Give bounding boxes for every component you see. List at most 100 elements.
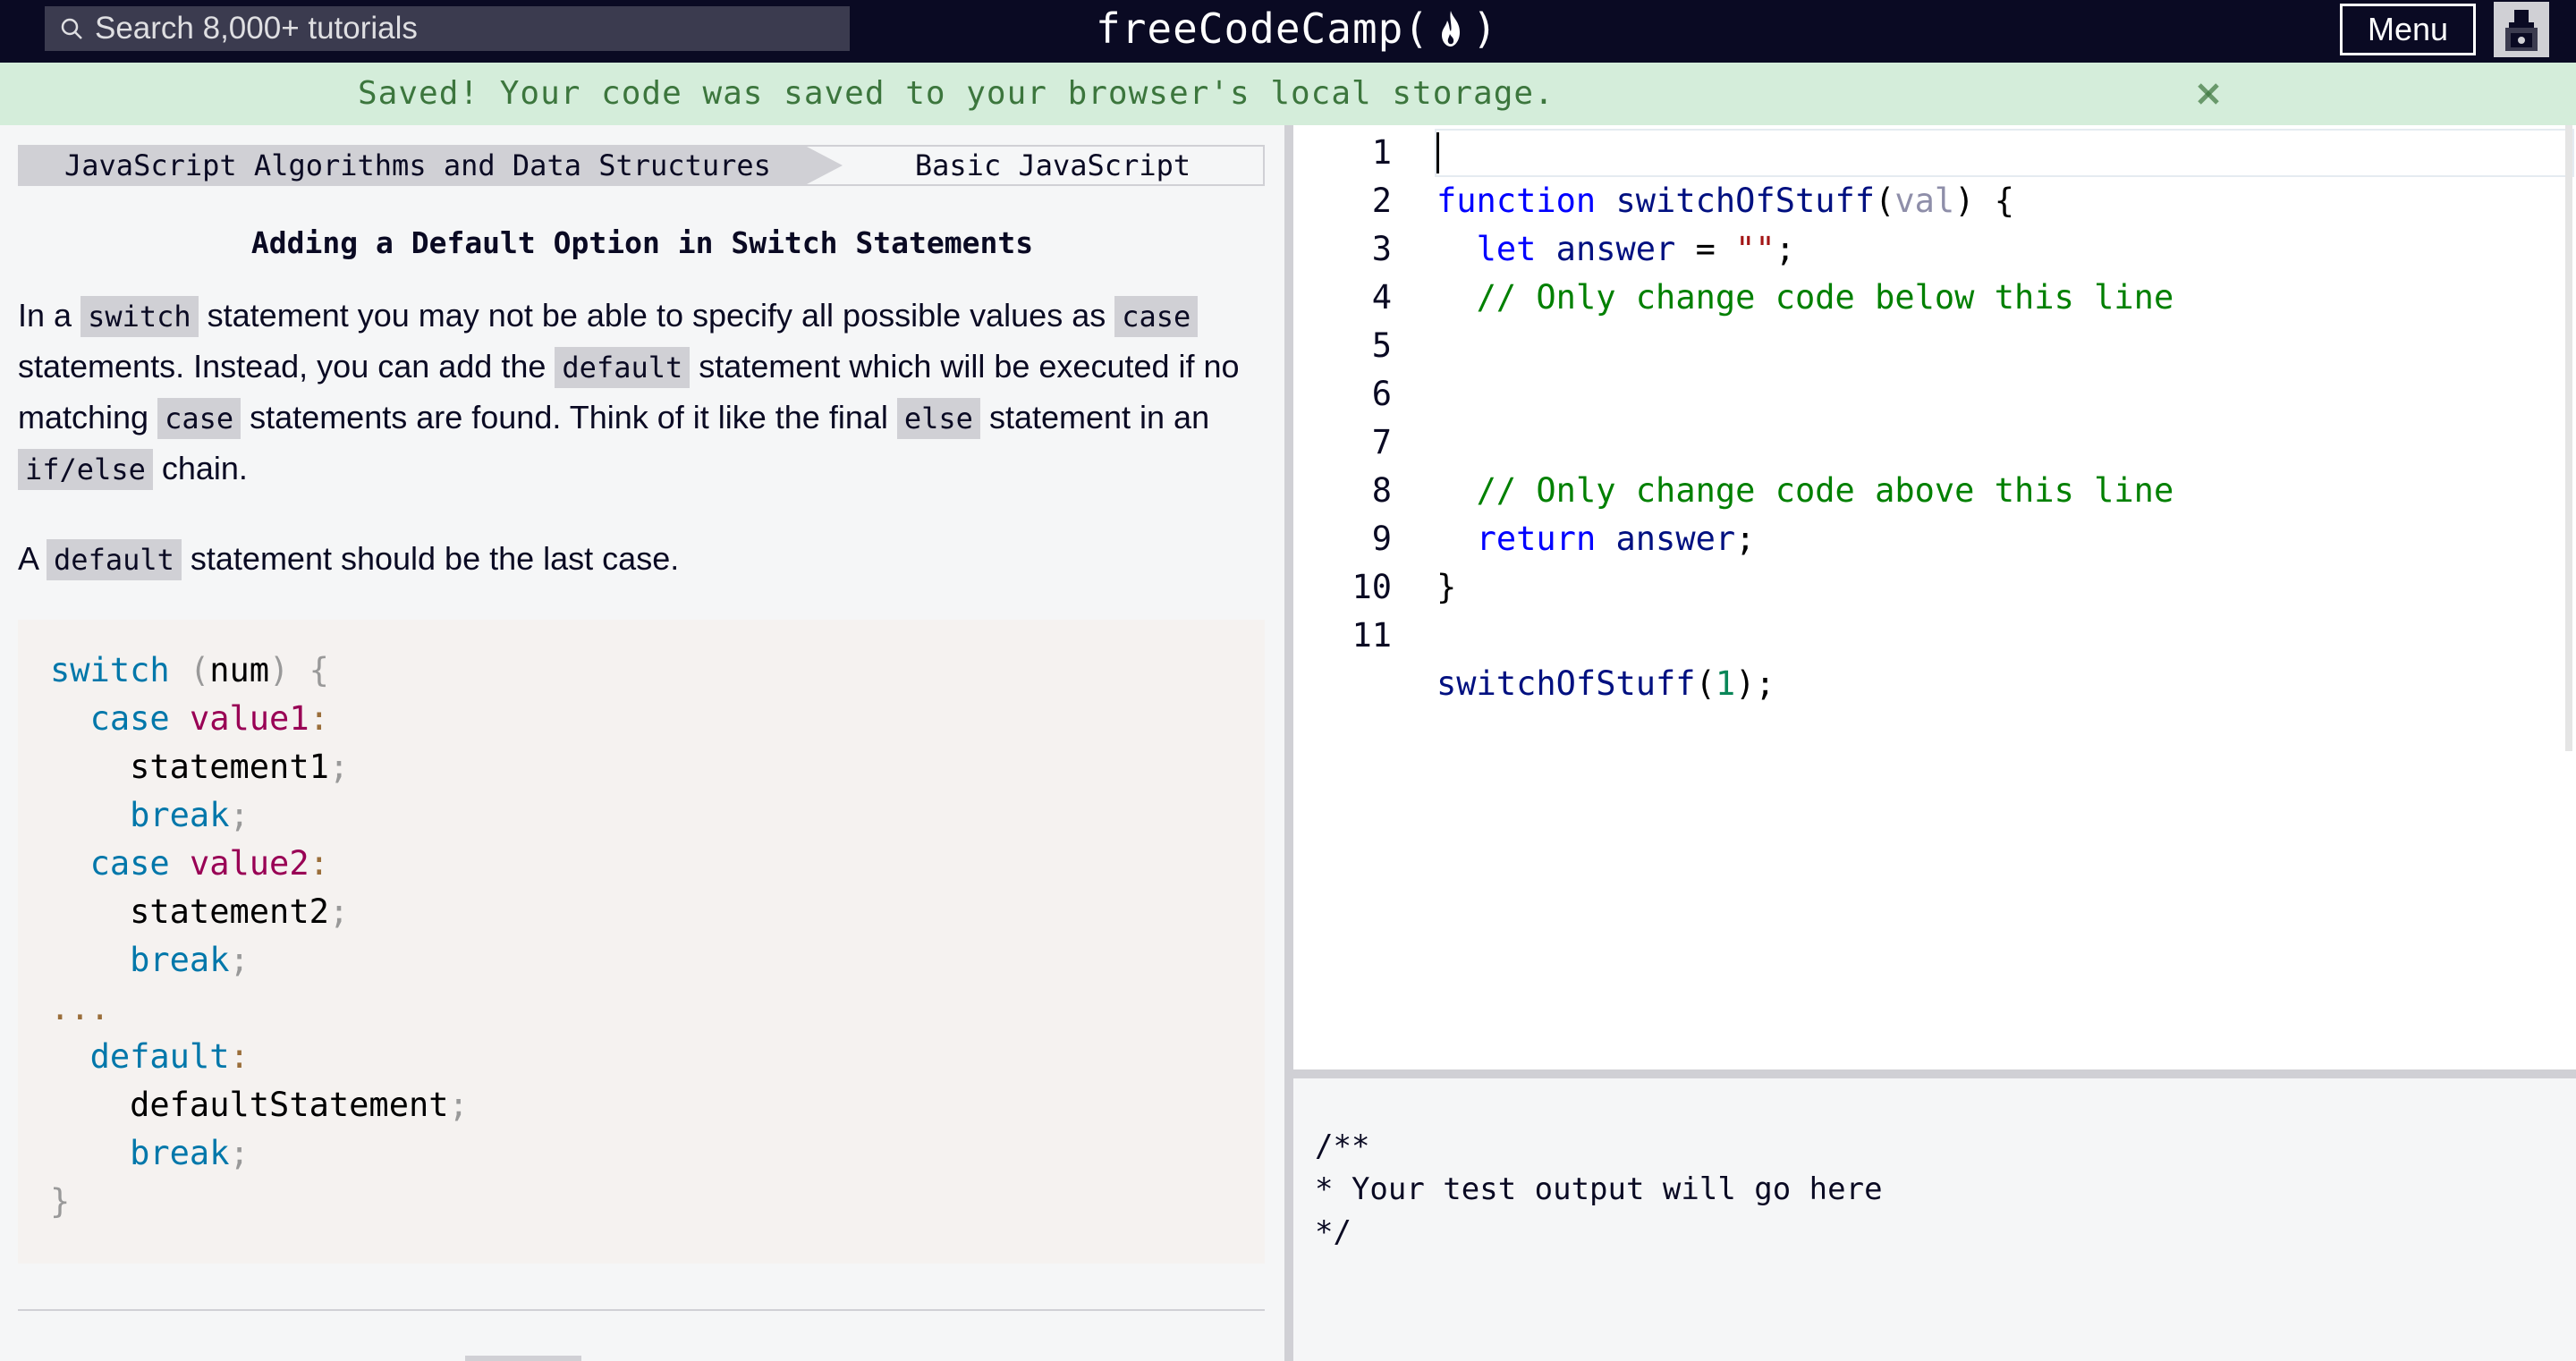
flash-text: Saved! Your code was saved to your brows…	[358, 75, 1555, 112]
code-line[interactable]: let answer = "";	[1436, 225, 2174, 274]
fcc-logo[interactable]: freeCodeCamp( )	[1096, 2, 1498, 55]
flame-icon	[1431, 7, 1470, 50]
code-line[interactable]	[1436, 612, 2174, 660]
inline-code: case	[157, 398, 242, 439]
identifier: value1	[189, 699, 309, 738]
search-icon	[59, 16, 84, 41]
breadcrumb-block[interactable]: Basic JavaScript	[843, 147, 1263, 184]
editor-scrollbar[interactable]	[2565, 125, 2572, 751]
text: statements are found. Think of it like t…	[241, 399, 897, 435]
search-input[interactable]	[93, 10, 830, 47]
code-line[interactable]: // Only change code below this line	[1436, 274, 2174, 322]
breadcrumb-superblock[interactable]: JavaScript Algorithms and Data Structure…	[20, 147, 843, 184]
challenge-title: Adding a Default Option in Switch Statem…	[250, 225, 1034, 260]
identifier: value2	[189, 844, 309, 883]
text-cursor	[1436, 132, 1439, 173]
challenge-description: In a switch statement you may not be abl…	[18, 291, 1270, 585]
code-line: break;	[130, 941, 250, 979]
code-line[interactable]	[1436, 418, 2174, 467]
line-number: 2	[1371, 182, 1392, 220]
line-number: 8	[1371, 471, 1392, 510]
code-editor[interactable]: 1 2 3 4 5 6 7 8 9 10 11 function switchO…	[1293, 125, 2576, 1069]
identifier: statement1	[130, 748, 329, 786]
divider-tab	[465, 1356, 581, 1361]
code-line[interactable]: function switchOfStuff(val) {	[1436, 177, 2174, 225]
divider	[18, 1309, 1265, 1311]
line-number-gutter: 1 2 3 4 5 6 7 8 9 10 11	[1293, 129, 1392, 660]
keyword: break	[130, 941, 230, 979]
avatar-icon[interactable]	[2494, 2, 2549, 57]
identifier: num	[209, 651, 270, 689]
code-line: default:	[89, 1037, 250, 1076]
keyword: case	[89, 699, 170, 738]
line-number: 5	[1371, 326, 1392, 365]
code-line[interactable]	[1436, 370, 2174, 418]
code-line[interactable]: switchOfStuff(1);	[1436, 660, 2174, 708]
line-number: 7	[1371, 423, 1392, 461]
code-line: statement2;	[130, 892, 350, 931]
example-code-block: switch (num) { case value1: statement1; …	[18, 620, 1265, 1264]
keyword: return	[1476, 520, 1597, 558]
code-line: break;	[130, 1134, 250, 1172]
instructions-pane: JavaScript Algorithms and Data Structure…	[0, 125, 1284, 1361]
editor-code[interactable]: function switchOfStuff(val) { let answer…	[1436, 129, 2174, 805]
comment: // Only change code above this line	[1476, 471, 2174, 510]
code-line: break;	[130, 796, 250, 834]
function-call: switchOfStuff	[1436, 664, 1696, 703]
string-literal: ""	[1735, 230, 1775, 268]
text: statement you may not be able to specify…	[198, 297, 1115, 334]
ellipsis: ...	[50, 989, 110, 1027]
variable: answer	[1615, 520, 1736, 558]
test-output: /** * Your test output will go here */	[1293, 1078, 2576, 1361]
close-icon[interactable]	[2190, 75, 2227, 113]
inline-code: if/else	[18, 449, 153, 490]
code-line: }	[50, 1182, 71, 1221]
line-number: 4	[1371, 278, 1392, 317]
menu-button[interactable]: Menu	[2340, 4, 2476, 55]
code-line: case value1:	[89, 699, 329, 738]
description-paragraph: In a switch statement you may not be abl…	[18, 291, 1270, 495]
code-line[interactable]: // Only change code above this line	[1436, 467, 2174, 515]
line-number: 3	[1371, 230, 1392, 268]
vertical-splitter[interactable]	[1284, 125, 1293, 1361]
horizontal-splitter[interactable]	[1293, 1069, 2576, 1078]
logo-text-left: freeCodeCamp(	[1096, 4, 1430, 53]
line-number: 1	[1371, 133, 1392, 172]
parameter: val	[1894, 182, 1955, 220]
code-line: defaultStatement;	[130, 1086, 469, 1124]
code-line: ...	[50, 985, 1265, 1033]
text: statements. Instead, you can add the	[18, 348, 555, 385]
inline-code: default	[555, 347, 691, 388]
keyword: break	[130, 796, 230, 834]
text: A	[18, 540, 47, 577]
code-line[interactable]: }	[1436, 563, 2174, 612]
keyword: break	[130, 1134, 230, 1172]
comment: // Only change code below this line	[1476, 278, 2174, 317]
text: statement should be the last case.	[181, 540, 680, 577]
number-literal: 1	[1715, 664, 1736, 703]
navbar: freeCodeCamp( ) Menu	[0, 0, 2576, 63]
keyword: let	[1476, 230, 1537, 268]
code-line[interactable]: return answer;	[1436, 515, 2174, 563]
code-line: statement1;	[130, 748, 350, 786]
inline-code: default	[47, 539, 182, 580]
line-number: 9	[1371, 520, 1392, 558]
variable: answer	[1555, 230, 1676, 268]
code-line: case value2:	[89, 844, 329, 883]
line-number: 11	[1352, 616, 1392, 655]
breadcrumb: JavaScript Algorithms and Data Structure…	[18, 145, 1265, 186]
logo-text-right: )	[1472, 4, 1498, 53]
text: In a	[18, 297, 81, 334]
flash-message: Saved! Your code was saved to your brows…	[0, 63, 2576, 125]
code-line[interactable]	[1436, 322, 2174, 370]
description-paragraph: A default statement should be the last c…	[18, 534, 1270, 585]
keyword: case	[89, 844, 170, 883]
identifier: defaultStatement	[130, 1086, 449, 1124]
line-number: 10	[1352, 568, 1392, 606]
identifier: statement2	[130, 892, 329, 931]
text: chain.	[152, 450, 248, 486]
line-number: 6	[1371, 375, 1392, 413]
keyword: default	[89, 1037, 230, 1076]
search-bar[interactable]	[45, 6, 850, 51]
function-name: switchOfStuff	[1615, 182, 1876, 220]
